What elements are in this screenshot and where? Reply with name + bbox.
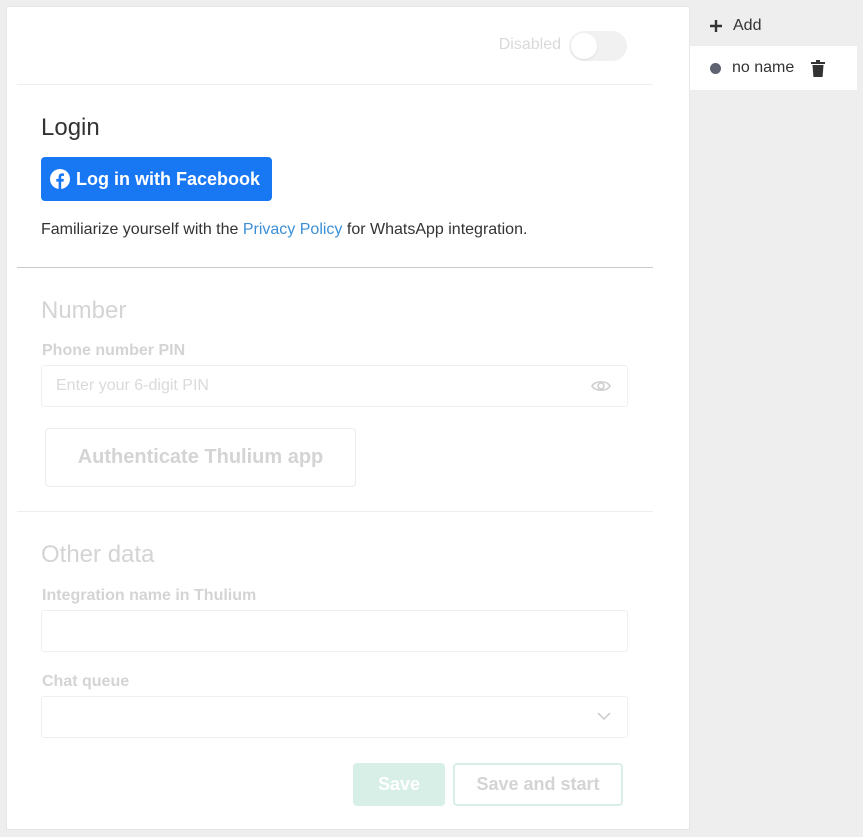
- pin-input[interactable]: Enter your 6-digit PIN: [41, 365, 628, 407]
- toggle-knob: [571, 33, 597, 59]
- toggle-label: Disabled: [498, 36, 561, 53]
- facebook-login-label: Log in with Facebook: [76, 168, 260, 189]
- status-toggle-row: Disabled: [7, 7, 689, 85]
- plus-icon: [710, 20, 722, 32]
- eye-icon[interactable]: [591, 378, 611, 394]
- integration-item-label: no name: [732, 59, 795, 76]
- divider: [17, 84, 653, 85]
- privacy-policy-link[interactable]: Privacy Policy: [243, 221, 343, 238]
- save-and-start-button[interactable]: Save and start: [453, 763, 623, 806]
- privacy-suffix: for WhatsApp integration.: [342, 221, 528, 238]
- add-integration-button[interactable]: Add: [690, 6, 857, 46]
- chat-queue-select[interactable]: [41, 696, 628, 738]
- integration-list-sidebar: Add no name: [690, 6, 857, 90]
- add-label: Add: [733, 17, 762, 34]
- pin-label: Phone number PIN: [42, 342, 186, 359]
- section-divider: [17, 267, 653, 268]
- facebook-icon: [50, 169, 70, 189]
- facebook-login-button[interactable]: Log in with Facebook: [41, 157, 272, 201]
- chevron-down-icon: [597, 712, 611, 721]
- other-data-section-title: Other data: [41, 541, 155, 568]
- privacy-notice: Familiarize yourself with the Privacy Po…: [41, 221, 527, 239]
- number-section-title: Number: [41, 297, 127, 324]
- enable-toggle[interactable]: [569, 31, 627, 61]
- integration-form-panel: Disabled Login Log in with Facebook Fami…: [6, 6, 690, 830]
- login-section-title: Login: [41, 114, 100, 141]
- integration-list-item[interactable]: no name: [690, 46, 857, 90]
- privacy-prefix: Familiarize yourself with the: [41, 221, 243, 238]
- integration-name-input[interactable]: [41, 610, 628, 652]
- pin-placeholder: Enter your 6-digit PIN: [56, 377, 209, 394]
- integration-name-label: Integration name in Thulium: [42, 587, 257, 604]
- chat-queue-label: Chat queue: [42, 673, 130, 690]
- status-dot: [710, 62, 721, 74]
- authenticate-app-button[interactable]: Authenticate Thulium app: [45, 428, 356, 487]
- divider: [17, 511, 653, 512]
- save-button[interactable]: Save: [353, 763, 445, 806]
- trash-icon[interactable]: [811, 59, 826, 77]
